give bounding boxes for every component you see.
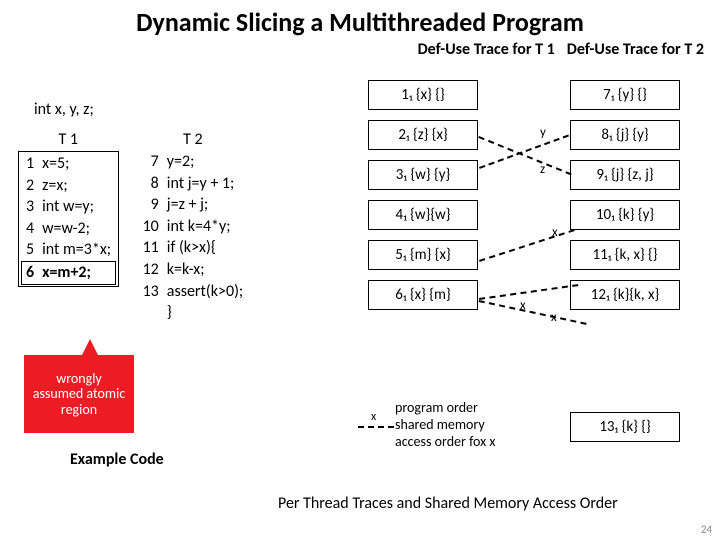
t1-line-highlight: 6x=m+2; [22, 261, 116, 284]
legend-dashed-line [358, 426, 394, 428]
t1-line: 5int m=3*x; [22, 239, 116, 261]
t2-code: 7y=2; 8int j=y + 1; 9j=z + j; 10int k=4*… [139, 151, 248, 324]
t1-line: 2z=x; [22, 175, 116, 197]
legend-line1: program order [395, 400, 495, 417]
speech-text: wrongly assumed atomic region [30, 371, 128, 417]
t2-line: 11if (k>x){ [139, 237, 248, 259]
t2-title: T 2 [139, 130, 248, 151]
legend-line3: access order fox x [395, 434, 495, 451]
t1-title: T 1 [18, 130, 119, 151]
thread-2: T 2 7y=2; 8int j=y + 1; 9j=z + j; 10int … [139, 130, 248, 324]
t1-code: 1x=5; 2z=x; 3int w=y; 4w=w-2; 5int m=3*x… [21, 153, 116, 285]
t2-line: 8int j=y + 1; [139, 173, 248, 195]
connector-label-x1: x [552, 225, 558, 240]
trace-box: 10₁ {k} {y} [570, 200, 680, 230]
connector-label-z: z [540, 162, 545, 177]
trace-box: 9₁ {j} {z, j} [570, 160, 680, 190]
t2-line: 13 assert(k>0); [139, 281, 248, 303]
trace-box: 11₁ {k, x} {} [570, 240, 680, 270]
trace-box: 6₁ {x} {m} [368, 280, 478, 310]
slide-title: Dynamic Slicing a Multithreaded Program [0, 0, 720, 40]
t2-line: 12 k=k-x; [139, 259, 248, 281]
trace-box: 5₁ {m} {x} [368, 240, 478, 270]
subhead-t1: Def-Use Trace for T 1 [418, 40, 555, 59]
legend-text: program order shared memory access order… [395, 400, 495, 450]
subheading-row: Def-Use Trace for T 1 Def-Use Trace for … [0, 40, 720, 59]
var-declaration: int x, y, z; [34, 100, 94, 119]
connector-y [479, 135, 569, 169]
t2-line: 7y=2; [139, 151, 248, 173]
code-area: T 1 1x=5; 2z=x; 3int w=y; 4w=w-2; 5int m… [18, 130, 247, 324]
trace-box: 4₁ {w}{w} [368, 200, 478, 230]
subhead-t2: Def-Use Trace for T 2 [567, 40, 704, 59]
trace-box: 7₁ {y} {} [570, 80, 680, 110]
trace-box: 12₁ {k}{k, x} [570, 280, 680, 310]
trace-t1-column: 1₁ {x} {} 2₁ {z} {x} 3₁ {w} {y} 4₁ {w}{w… [368, 80, 478, 310]
t1-line: 1x=5; [22, 153, 116, 175]
t2-line: 10int k=4*y; [139, 216, 248, 238]
connector-label-y: y [540, 125, 546, 140]
t2-line: } [139, 302, 248, 324]
connector-x2 [479, 284, 578, 300]
thread-1: T 1 1x=5; 2z=x; 3int w=y; 4w=w-2; 5int m… [18, 130, 119, 324]
connector-label-x3: x [551, 310, 557, 325]
trace-box: 1₁ {x} {} [368, 80, 478, 110]
bottom-caption: Per Thread Traces and Shared Memory Acce… [278, 494, 618, 513]
t1-line: 3int w=y; [22, 196, 116, 218]
trace-t2-column: 7₁ {y} {} 8₁ {j} {y} 9₁ {j} {z, j} 10₁ {… [570, 80, 680, 310]
trace-box: 3₁ {w} {y} [368, 160, 478, 190]
legend-line2: shared memory [395, 417, 495, 434]
connector-z [478, 136, 571, 175]
t2-line: 9j=z + j; [139, 194, 248, 216]
trace-box: 8₁ {j} {y} [570, 120, 680, 150]
connector-x1 [479, 229, 575, 262]
speech-bubble: wrongly assumed atomic region [24, 355, 134, 433]
trace-box: 13₁ {k} {} [570, 412, 680, 442]
example-code-label: Example Code [70, 450, 164, 469]
t1-line: 4w=w-2; [22, 218, 116, 240]
legend-var: x [371, 410, 376, 424]
trace-box: 2₁ {z} {x} [368, 120, 478, 150]
slide-number: 24 [701, 523, 712, 536]
